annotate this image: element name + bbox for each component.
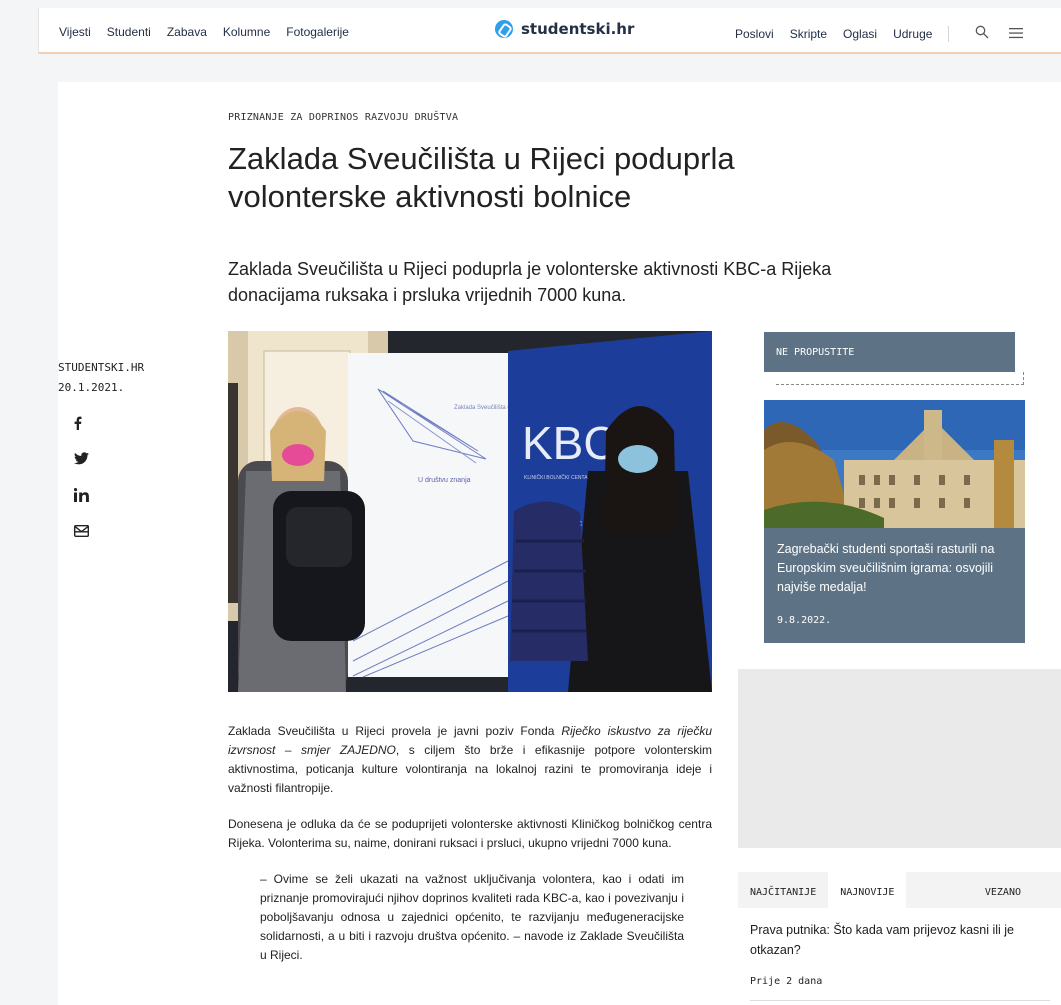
nav-left: Vijesti Studenti Zabava Kolumne Fotogale… [59, 25, 365, 39]
popular-article-title[interactable]: Prava putnika: Što kada vam prijevoz kas… [750, 920, 1050, 960]
logo-text: studentski.hr [521, 20, 635, 38]
article-page: PRIZNANJE ZA DOPRINOS RAZVOJU DRUŠTVA Za… [58, 82, 1061, 1005]
nav-divider [948, 26, 950, 42]
nav-vijesti[interactable]: Vijesti [59, 25, 91, 39]
tab-vezano[interactable]: VEZANO [973, 872, 1061, 908]
search-icon[interactable] [975, 25, 989, 43]
article-title: Zaklada Sveučilišta u Rijeci poduprla vo… [228, 141, 735, 214]
email-icon[interactable] [73, 524, 94, 560]
sidebar-section-header: NE PROPUSTITE [764, 332, 1015, 372]
nav-zabava[interactable]: Zabava [167, 25, 207, 39]
tab-najcitanije[interactable]: NAJČITANIJE [738, 872, 828, 908]
section-dashed-divider [776, 372, 1024, 385]
nav-oglasi[interactable]: Oglasi [843, 27, 877, 41]
linkedin-icon[interactable] [73, 488, 94, 524]
kbc-subtext: KLINIČKI BOLNIČKI CENTAR [524, 474, 592, 481]
article-photo: Zaklada Sveučilišta u Rijeci U društvu z… [228, 331, 712, 692]
facebook-icon[interactable] [74, 416, 94, 452]
nav-studenti[interactable]: Studenti [107, 25, 151, 39]
paragraph-2: Donesena je odluka da će se poduprijeti … [228, 817, 712, 850]
tab-najnovije[interactable]: NAJNOVIJE [828, 872, 907, 908]
menu-icon[interactable] [1009, 26, 1024, 43]
share-buttons [73, 416, 94, 560]
featured-article-card[interactable]: Zagrebački studenti sportaši rasturili n… [764, 400, 1025, 643]
article-body: Zaklada Sveučilišta u Rijeci provela je … [228, 722, 712, 982]
popular-article-date: Prije 2 dana [750, 976, 823, 987]
list-divider [750, 1000, 1050, 1001]
nav-right: Poslovi Skripte Oglasi Udruge [735, 25, 1024, 43]
paragraph-1: Zaklada Sveučilišta u Rijeci provela je … [228, 722, 712, 798]
ad-placeholder [738, 669, 1061, 848]
site-logo[interactable]: studentski.hr [495, 20, 634, 38]
nav-udruge[interactable]: Udruge [893, 27, 932, 41]
article-meta: STUDENTSKI.HR 20.1.2021. [58, 358, 144, 398]
nav-fotogalerije[interactable]: Fotogalerije [286, 25, 349, 39]
top-navigation: Vijesti Studenti Zabava Kolumne Fotogale… [38, 8, 1061, 54]
article-kicker: PRIZNANJE ZA DOPRINOS RAZVOJU DRUŠTVA [228, 112, 459, 123]
twitter-icon[interactable] [74, 452, 94, 488]
featured-article-date: 9.8.2022. [777, 615, 832, 626]
nav-poslovi[interactable]: Poslovi [735, 27, 774, 41]
sidebar-tabs: NAJČITANIJE NAJNOVIJE VEZANO [738, 872, 1061, 908]
nav-kolumne[interactable]: Kolumne [223, 25, 270, 39]
article-lead: Zaklada Sveučilišta u Rijeci poduprla je… [228, 259, 832, 305]
nav-skripte[interactable]: Skripte [790, 27, 827, 41]
kbc-logo-text: KBC [522, 417, 617, 469]
featured-article-title: Zagrebački studenti sportaši rasturili n… [777, 542, 995, 594]
article-date: 20.1.2021. [58, 381, 125, 394]
logo-icon [495, 20, 513, 38]
quote-paragraph: – Ovime se želi ukazati na važnost uklju… [260, 872, 684, 962]
banner-tagline: U društvu znanja [418, 477, 471, 484]
paragraph-1-text: Zaklada Sveučilišta u Rijeci provela je … [228, 724, 562, 738]
article-author[interactable]: STUDENTSKI.HR [58, 358, 144, 378]
featured-article-image [764, 400, 1025, 528]
